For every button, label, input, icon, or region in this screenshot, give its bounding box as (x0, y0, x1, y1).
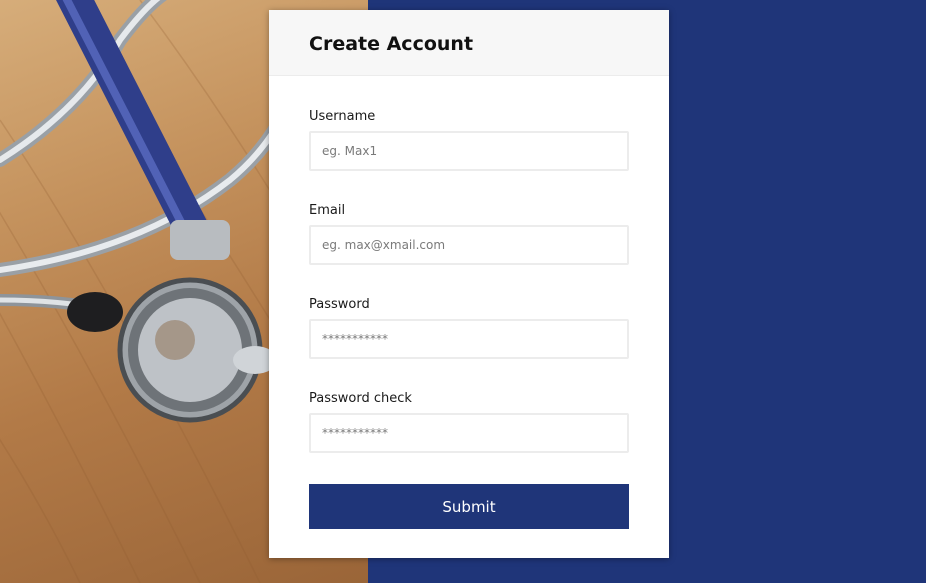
username-label: Username (309, 109, 376, 124)
form-title: Create Account (309, 33, 474, 55)
card-header: Create Account (269, 10, 669, 76)
password-check-field-group: Password check (309, 390, 629, 453)
password-check-input[interactable] (309, 413, 629, 453)
username-field-group: Username (309, 108, 629, 171)
page: Create Account Username Email Password P… (0, 0, 926, 583)
submit-button[interactable]: Submit (309, 484, 629, 529)
password-label: Password (309, 297, 370, 312)
email-field-group: Email (309, 202, 629, 265)
password-field-group: Password (309, 296, 629, 359)
email-label: Email (309, 203, 346, 218)
password-input[interactable] (309, 319, 629, 359)
password-check-label: Password check (309, 391, 412, 406)
create-account-card: Create Account Username Email Password P… (269, 10, 669, 558)
email-input[interactable] (309, 225, 629, 265)
username-input[interactable] (309, 131, 629, 171)
